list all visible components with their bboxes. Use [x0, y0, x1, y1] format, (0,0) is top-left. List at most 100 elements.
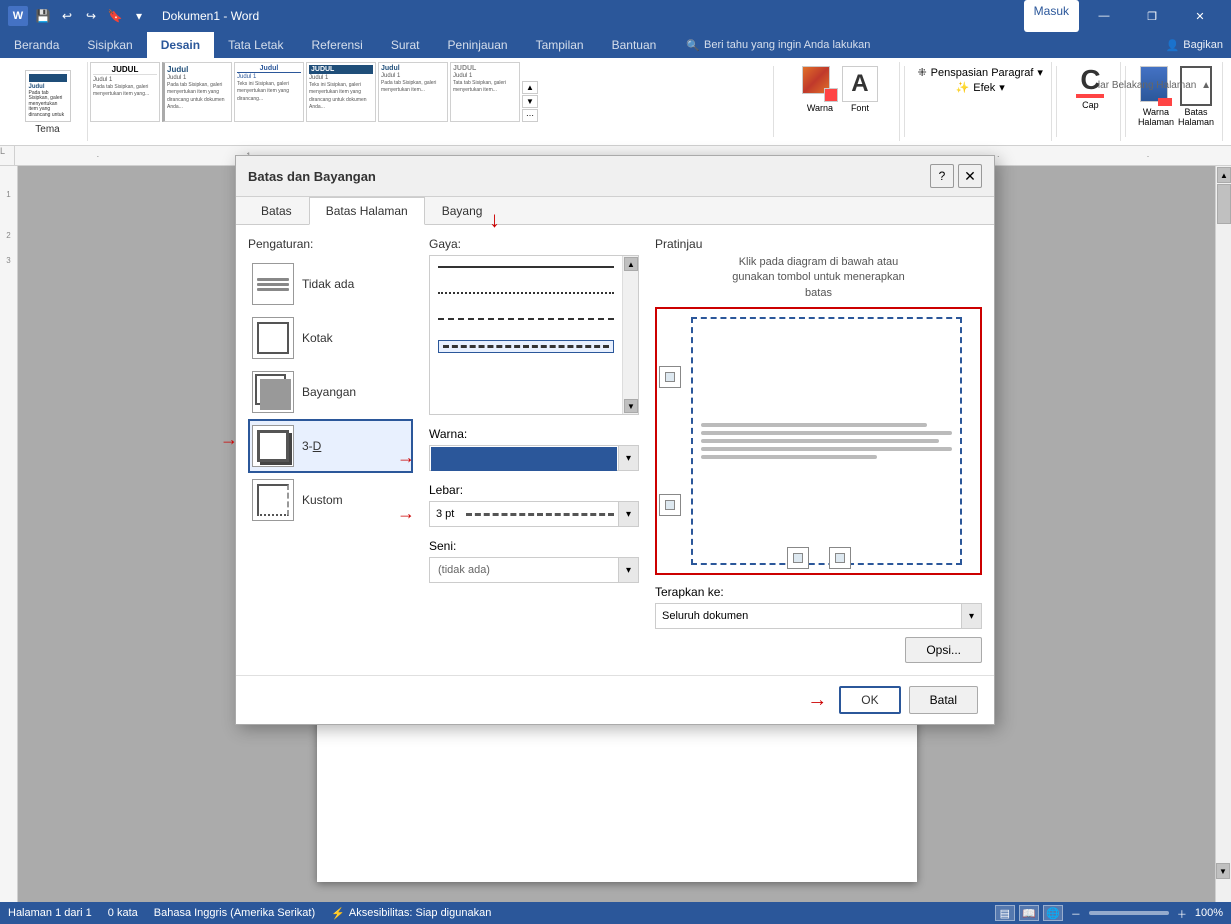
preview-left-buttons	[657, 309, 683, 573]
dialog-tab-bar: Batas Batas Halaman Bayang	[236, 197, 994, 225]
preview-hint: Klik pada diagram di bawah ataugunakan t…	[655, 255, 982, 301]
lebar-dropdown[interactable]: 3 pt ▾	[429, 501, 639, 527]
kustom-label: Kustom	[302, 493, 343, 507]
dialog-close-button[interactable]: ✕	[958, 164, 982, 188]
gaya-dashed[interactable]	[438, 318, 614, 320]
arrow-ok: →	[807, 689, 827, 712]
zoom-slider[interactable]	[1089, 911, 1169, 915]
preview-area	[655, 307, 982, 575]
gaya-dotted[interactable]	[438, 292, 614, 294]
arrow-warna: →	[397, 447, 415, 468]
arrow-lebar: →	[397, 503, 415, 524]
setting-bayangan[interactable]: Bayangan	[248, 365, 413, 419]
lebar-dash-preview	[466, 513, 614, 516]
zoom-level: 100%	[1195, 907, 1223, 919]
3d-icon	[252, 425, 294, 467]
opsi-button[interactable]: Opsi...	[905, 637, 982, 663]
preview-line-1	[701, 423, 927, 427]
dialog-tab-batas-halaman[interactable]: Batas Halaman	[309, 197, 425, 225]
status-bar: Halaman 1 dari 1 0 kata Bahasa Inggris (…	[0, 902, 1231, 924]
setting-kustom[interactable]: Kustom	[248, 473, 413, 527]
setting-tidak-ada[interactable]: Tidak ada	[248, 257, 413, 311]
gaya-scroll-track	[623, 272, 638, 398]
middle-panel: Gaya: ↓ ▲ ▼	[429, 237, 639, 663]
dialog-tab-batas[interactable]: Batas	[244, 197, 309, 225]
dialog-overlay: Batas dan Bayangan ? ✕ Batas Batas Halam…	[0, 0, 1231, 876]
tidak-ada-label: Tidak ada	[302, 277, 354, 291]
preview-page-border[interactable]	[691, 317, 962, 565]
lebar-arrow-container: → 3 pt ▾	[429, 501, 639, 527]
warna-dropdown[interactable]: ▾	[429, 445, 639, 471]
preview-top-left-button[interactable]	[659, 366, 681, 388]
preview-label: Pratinjau	[655, 237, 982, 251]
dialog-footer: → OK Batal	[236, 675, 994, 724]
accessibility-status: ⚡ Aksesibilitas: Siap digunakan	[331, 907, 491, 920]
terapkan-dropdown[interactable]: Seluruh dokumen ▾	[655, 603, 982, 629]
gaya-solid[interactable]	[438, 266, 614, 268]
arrow-gaya: ↓	[489, 207, 500, 233]
gaya-scroll-up[interactable]: ▲	[624, 257, 638, 271]
preview-center	[691, 317, 962, 565]
lebar-preview-dashes	[462, 502, 618, 526]
lebar-dropdown-arrow[interactable]: ▾	[618, 502, 638, 526]
zoom-minus[interactable]: －	[1071, 906, 1081, 921]
dialog-title-buttons: ? ✕	[930, 164, 982, 188]
view-page-button[interactable]: ▤	[995, 905, 1015, 921]
preview-panel: Pratinjau Klik pada diagram di bawah ata…	[655, 237, 982, 663]
ok-button[interactable]: OK	[839, 686, 900, 714]
lebar-value: 3 pt	[430, 502, 462, 526]
settings-label: Pengaturan:	[248, 237, 413, 251]
terapkan-value: Seluruh dokumen	[656, 604, 961, 628]
bayangan-label: Bayangan	[302, 385, 356, 399]
view-buttons: ▤ 📖 🌐	[995, 905, 1063, 921]
terapkan-label: Terapkan ke:	[655, 585, 982, 599]
gaya-scrollbar[interactable]: ▲ ▼	[622, 256, 638, 414]
view-web-button[interactable]: 🌐	[1043, 905, 1063, 921]
zoom-plus[interactable]: ＋	[1177, 906, 1187, 921]
warna-color-swatch	[431, 447, 617, 471]
gaya-dashdot-selected[interactable]	[438, 340, 614, 353]
gaya-items-list	[430, 256, 638, 363]
warna-field-label: Warna:	[429, 427, 639, 441]
warna-section: Warna: → ▾	[429, 427, 639, 471]
dialog-title: Batas dan Bayangan	[248, 169, 376, 184]
gaya-list: ▲ ▼	[429, 255, 639, 415]
gaya-label: Gaya:	[429, 237, 639, 251]
page-count: Halaman 1 dari 1	[8, 907, 92, 919]
lebar-section: Lebar: → 3 pt ▾	[429, 483, 639, 527]
preview-page-content	[693, 415, 960, 467]
seni-dropdown-arrow[interactable]: ▾	[618, 558, 638, 582]
terapkan-dropdown-arrow[interactable]: ▾	[961, 604, 981, 628]
warna-dropdown-arrow[interactable]: ▾	[618, 446, 638, 470]
gaya-section: Gaya: ↓ ▲ ▼	[429, 237, 639, 415]
setting-kotak[interactable]: Kotak	[248, 311, 413, 365]
gaya-scroll-down[interactable]: ▼	[624, 399, 638, 413]
dialog-body: Pengaturan: Tidak ada	[236, 225, 994, 675]
preview-line-3	[701, 439, 939, 443]
batal-button[interactable]: Batal	[909, 686, 978, 714]
3d-label: 3-D	[302, 439, 321, 453]
preview-line-2	[701, 431, 952, 435]
view-read-button[interactable]: 📖	[1019, 905, 1039, 921]
seni-section: Seni: (tidak ada) ▾	[429, 539, 639, 583]
lebar-field-label: Lebar:	[429, 483, 639, 497]
bayangan-icon	[252, 371, 294, 413]
language-status: Bahasa Inggris (Amerika Serikat)	[154, 907, 315, 919]
preview-bottom-right-button[interactable]	[829, 547, 851, 569]
kotak-icon	[252, 317, 294, 359]
preview-right-spacer	[970, 309, 980, 573]
seni-dropdown[interactable]: (tidak ada) ▾	[429, 557, 639, 583]
preview-middle-left-button[interactable]	[659, 494, 681, 516]
preview-bottom-buttons	[787, 547, 851, 569]
kotak-label: Kotak	[302, 331, 333, 345]
dialog-title-bar: Batas dan Bayangan ? ✕	[236, 156, 994, 197]
batas-bayangan-dialog: Batas dan Bayangan ? ✕ Batas Batas Halam…	[235, 155, 995, 725]
arrow-ok-container: →	[807, 686, 827, 714]
dialog-help-button[interactable]: ?	[930, 164, 954, 188]
preview-bottom-left-button[interactable]	[787, 547, 809, 569]
setting-3d[interactable]: → 3-D	[248, 419, 413, 473]
preview-line-5	[701, 455, 877, 459]
status-right: ▤ 📖 🌐 － ＋ 100%	[995, 905, 1223, 921]
terapkan-section: Terapkan ke: Seluruh dokumen ▾	[655, 585, 982, 629]
word-count: 0 kata	[108, 907, 138, 919]
